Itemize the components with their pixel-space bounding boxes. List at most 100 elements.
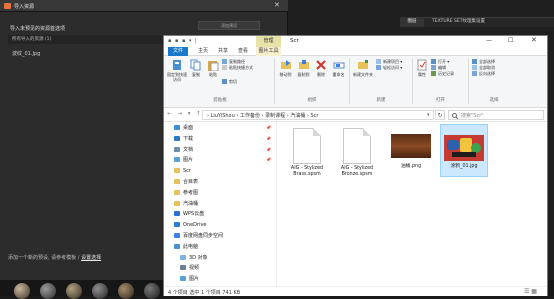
sidebar-item-label: 参考图 <box>183 189 199 196</box>
paste-button[interactable]: 粘贴 <box>206 59 220 77</box>
cut-button[interactable]: 剪切 <box>222 79 253 85</box>
breadcrumb-path[interactable]: › LiuYiShou › 工作备份 › 录制课程 › 汽油桶 › Scr <box>207 112 318 119</box>
properties-label: 属性 <box>418 72 426 77</box>
material-ball[interactable] <box>144 283 160 299</box>
imported-file-item[interactable]: 波纹_01.Jpg <box>12 50 40 57</box>
material-ball[interactable] <box>118 283 134 299</box>
folder-icon <box>174 233 180 238</box>
material-ball[interactable] <box>92 283 108 299</box>
sidebar-item[interactable]: 此电脑 <box>164 243 276 252</box>
sidebar-item[interactable]: 视频 <box>164 264 276 273</box>
folder-icon <box>180 265 186 271</box>
sidebar-item-label: Scr <box>183 168 191 175</box>
select-all-label: 全部选择 <box>479 59 495 64</box>
tab-manage[interactable]: 管理 <box>256 36 281 47</box>
import-instruction: 导入未预见的资源首选项 <box>10 26 66 32</box>
close-icon[interactable]: ✕ <box>531 36 537 44</box>
pin-icon[interactable]: 📌 <box>266 146 271 155</box>
sidebar-item[interactable]: 合目表 <box>164 178 276 187</box>
add-preset-button[interactable]: 添加预设 <box>198 21 260 30</box>
tab-home[interactable]: 主页 <box>194 47 212 56</box>
file-item[interactable]: AIG - Stylized Brass.spsm <box>284 128 330 178</box>
status-bar: 4 个项目 选中 1 个项目 741 KB ☰ ▦ <box>164 286 547 296</box>
tab-texture-set[interactable]: TEXTURE SET纹理集设置 <box>432 17 485 27</box>
copy-button[interactable]: 复制 <box>189 59 203 77</box>
sidebar-item-label: 图片 <box>183 157 194 164</box>
maximize-icon[interactable]: ☐ <box>508 37 513 44</box>
paste-shortcut-button[interactable]: 粘贴快捷方式 <box>222 65 253 71</box>
file-item[interactable]: AIG - Stylized Bronze.spsm <box>334 128 380 178</box>
tab-picture-tools[interactable]: 图片工具 <box>256 47 281 56</box>
sidebar-item[interactable]: Scr <box>164 167 276 176</box>
material-ball[interactable] <box>14 283 30 299</box>
rename-button[interactable]: 重命名 <box>330 59 347 77</box>
file-item[interactable]: 油桶.png <box>388 128 434 170</box>
settings-link[interactable]: 设置选择 <box>81 255 101 261</box>
easy-access-label: 轻松访问 ▾ <box>383 65 403 70</box>
pin-icon[interactable]: 📌 <box>266 124 271 133</box>
sidebar-item-label: WPS云盘 <box>183 211 205 218</box>
sidebar-item[interactable]: 桌面 📌 <box>164 124 276 133</box>
copy-folder-icon <box>298 60 309 69</box>
sidebar-item[interactable]: WPS云盘 <box>164 210 276 219</box>
copy-to-label: 复制到 <box>297 72 310 77</box>
sidebar-item[interactable]: 文档 📌 <box>164 146 276 155</box>
properties-button[interactable]: 属性 <box>415 59 429 77</box>
folder-icon <box>174 157 180 163</box>
tab-view[interactable]: 查看 <box>234 47 252 56</box>
copy-to-button[interactable]: 复制到 <box>295 59 312 77</box>
move-folder-icon <box>280 60 291 69</box>
select-actions: 全部选择 全部取消 反向选择 <box>472 59 495 77</box>
history-button[interactable]: 历史记录 <box>431 71 454 77</box>
invert-selection-button[interactable]: 反向选择 <box>472 71 495 77</box>
pin-quick-access-button[interactable]: 固定到快速访问 <box>166 59 188 82</box>
tab-file[interactable]: 文件 <box>168 47 188 56</box>
minimize-icon[interactable]: — <box>486 37 492 44</box>
refresh-icon[interactable]: ↻ <box>435 110 445 120</box>
pin-icon[interactable]: 📌 <box>266 135 271 144</box>
file-item-selected[interactable]: 涂鸦_01.jpg <box>440 124 488 177</box>
quick-access-toolbar[interactable]: ▪ ▪ ▪ ▾ | <box>168 38 198 44</box>
sidebar-item[interactable]: 图片 <box>164 275 276 284</box>
search-input[interactable]: 搜索"Scr" <box>448 110 544 120</box>
pin-icon[interactable]: 📌 <box>266 156 271 165</box>
document-icon <box>343 128 371 164</box>
image-thumbnail <box>444 135 484 161</box>
tab-layers[interactable]: 图层 <box>400 17 424 27</box>
sidebar-item[interactable]: 百度网盘同步空间 <box>164 232 276 241</box>
folder-icon <box>174 189 180 195</box>
sidebar-item[interactable]: 下载 📌 <box>164 135 276 144</box>
close-icon[interactable]: ✕ <box>274 1 280 9</box>
navigation-buttons[interactable]: ← → ▾ ↑ <box>167 111 203 117</box>
sidebar-item[interactable]: 汽油桶 <box>164 200 276 209</box>
history-label: 历史记录 <box>438 71 454 76</box>
folder-icon <box>180 276 186 282</box>
material-ball[interactable] <box>66 283 82 299</box>
invert-selection-label: 反向选择 <box>479 71 495 76</box>
delete-button[interactable]: 删除 <box>314 59 328 77</box>
sidebar-item-label: 此电脑 <box>183 243 199 250</box>
address-dropdown-icon[interactable]: ▾ <box>427 112 430 118</box>
edit-label: 编辑 <box>438 65 446 70</box>
move-to-button[interactable]: 移动到 <box>277 59 294 77</box>
breadcrumb[interactable]: › LiuYiShou › 工作备份 › 录制课程 › 汽油桶 › Scr ▾ <box>202 110 434 120</box>
search-icon <box>452 113 458 119</box>
sidebar-item[interactable]: OneDrive <box>164 221 276 230</box>
sidebar-item[interactable]: 参考图 <box>164 189 276 198</box>
ribbon-separator <box>274 58 275 104</box>
navigation-pane: 桌面 📌 下载 📌 文档 📌 图片 📌 Scr 合目表参考图汽油桶 WPS云盘 OneDrive 百度网… <box>164 122 277 286</box>
window-titlebar: ▪ ▪ ▪ ▾ | 管理 Scr — ☐ ✕ <box>164 36 547 47</box>
view-mode-icons[interactable]: ☰ ▦ <box>524 288 537 295</box>
select-none-label: 全部取消 <box>479 65 495 70</box>
material-ball[interactable] <box>40 283 56 299</box>
easy-access-icon <box>376 65 381 70</box>
easy-access-button[interactable]: 轻松访问 ▾ <box>376 65 402 71</box>
footer-text: 添加一个新的预设, 请参考模板 <box>8 255 77 261</box>
new-folder-button[interactable]: 新建文件夹 <box>352 59 374 77</box>
sidebar-item[interactable]: 3D 对象 <box>164 254 276 263</box>
new-small-actions: 新建项目 ▾ 轻松访问 ▾ <box>376 59 402 71</box>
tab-share[interactable]: 共享 <box>214 47 232 56</box>
graffiti-shape <box>460 138 472 152</box>
sidebar-item[interactable]: 图片 📌 <box>164 156 276 165</box>
file-name: 油桶.png <box>400 164 422 169</box>
